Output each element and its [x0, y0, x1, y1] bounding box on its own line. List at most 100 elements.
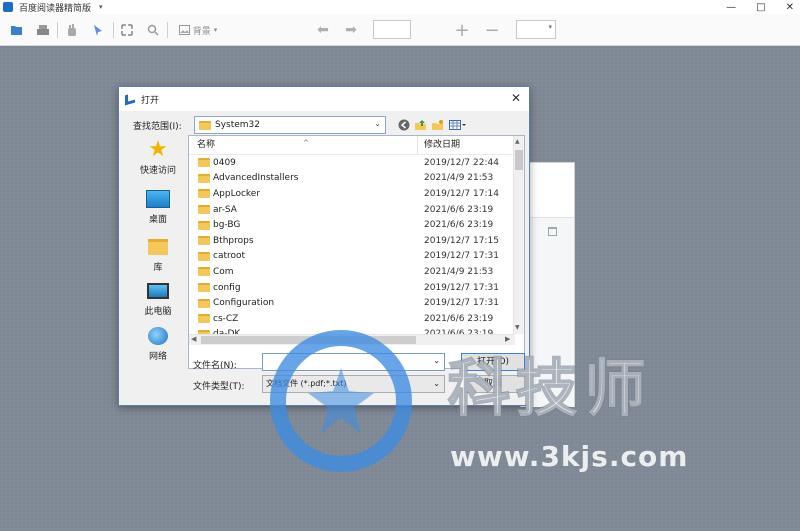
zoom-out-icon[interactable]: − — [484, 20, 499, 41]
dialog-app-icon — [125, 92, 135, 106]
scroll-right-icon[interactable]: ▶ — [505, 335, 510, 343]
background-label: 背景 — [192, 26, 211, 37]
page-number-input[interactable] — [373, 20, 411, 39]
desktop-icon — [146, 190, 170, 208]
file-name: 0409 — [213, 157, 236, 168]
open-file-dialog: 打开 ✕ 查找范围(I): System32 ⌄ ★ 快速访问 桌面 库 此电脑… — [118, 86, 530, 406]
filename-label: 文件名(N): — [193, 361, 237, 371]
back-icon[interactable] — [397, 118, 411, 132]
list-item[interactable]: catroot 2019/12/7 17:31 — [189, 249, 515, 265]
select-tool-icon[interactable] — [91, 23, 105, 37]
sort-arrow-icon: ^ — [303, 139, 309, 147]
folder-icon — [198, 220, 210, 230]
file-list-header: ^ 名称 修改日期 — [189, 136, 515, 155]
file-date: 2021/6/6 23:19 — [424, 313, 494, 324]
minimize-button[interactable]: — — [726, 2, 736, 13]
list-item[interactable]: ar-SA 2021/6/6 23:19 — [189, 202, 515, 218]
list-item[interactable]: config 2019/12/7 17:31 — [189, 280, 515, 296]
file-date: 2019/12/7 22:44 — [424, 157, 499, 168]
filename-input[interactable] — [263, 354, 428, 370]
main-toolbar: 背景 ▾ ⬅ ➡ + − ▾ — [0, 14, 800, 46]
chevron-down-icon: ⌄ — [374, 119, 381, 128]
file-date: 2019/12/7 17:31 — [424, 298, 499, 309]
place-desktop[interactable]: 桌面 — [128, 188, 188, 225]
list-item[interactable]: AdvancedInstallers 2021/4/9 21:53 — [189, 171, 515, 187]
list-item[interactable]: 0409 2019/12/7 22:44 — [189, 155, 515, 171]
place-quick-access[interactable]: ★ 快速访问 — [128, 137, 188, 177]
zoom-search-icon[interactable] — [146, 23, 160, 37]
place-this-pc[interactable]: 此电脑 — [128, 280, 188, 317]
column-header-date[interactable]: 修改日期 — [418, 136, 460, 154]
file-name: catroot — [213, 251, 246, 262]
background-menu-button[interactable]: 背景 ▾ — [175, 23, 221, 37]
up-folder-icon[interactable] — [413, 118, 427, 132]
open-button[interactable]: 打开(O) — [461, 353, 525, 371]
place-label: 网络 — [148, 352, 167, 362]
column-name-label: 名称 — [197, 140, 216, 150]
prev-page-arrow-icon[interactable]: ⬅ — [316, 22, 330, 38]
file-date: 2021/4/9 21:53 — [424, 266, 494, 277]
file-date: 2019/12/7 17:14 — [424, 188, 499, 199]
open-file-icon[interactable] — [10, 23, 24, 37]
file-name: Configuration — [213, 298, 275, 309]
vertical-scrollbar[interactable]: ▲ ▼ — [513, 136, 524, 334]
file-date: 2019/12/7 17:31 — [424, 282, 499, 293]
app-logo-icon — [3, 2, 13, 12]
folder-icon — [198, 283, 210, 293]
hand-tool-icon[interactable] — [65, 23, 79, 37]
folder-icon — [198, 189, 210, 199]
vertical-scroll-thumb[interactable] — [515, 150, 523, 170]
next-page-arrow-icon[interactable]: ➡ — [344, 22, 358, 38]
file-date: 2021/6/6 23:19 — [424, 204, 494, 215]
horizontal-scroll-thumb[interactable] — [201, 336, 416, 344]
list-item[interactable]: Configuration 2019/12/7 17:31 — [189, 295, 515, 311]
list-item[interactable]: AppLocker 2019/12/7 17:14 — [189, 186, 515, 202]
zoom-in-icon[interactable]: + — [454, 20, 469, 41]
file-date: 2019/12/7 17:31 — [424, 251, 499, 262]
folder-icon — [199, 120, 211, 130]
fullscreen-icon[interactable] — [120, 23, 134, 37]
star-icon: ★ — [148, 137, 168, 162]
cancel-button[interactable]: 取消 — [461, 375, 525, 393]
chevron-down-icon[interactable]: ⌄ — [433, 356, 440, 365]
scroll-down-icon[interactable]: ▼ — [515, 324, 520, 331]
file-date: 2021/4/9 21:53 — [424, 173, 494, 184]
print-icon[interactable] — [36, 23, 50, 37]
list-item[interactable]: Bthprops 2019/12/7 17:15 — [189, 233, 515, 249]
filename-field[interactable]: ⌄ — [262, 353, 445, 371]
file-name: Bthprops — [213, 235, 254, 246]
app-title: 百度阅读器精简版 — [19, 3, 92, 14]
toolbar-divider — [167, 22, 168, 38]
chevron-down-icon: ▾ — [548, 23, 552, 31]
place-library[interactable]: 库 — [128, 236, 188, 273]
maximize-button[interactable]: □ — [756, 2, 765, 13]
dialog-titlebar: 打开 ✕ — [119, 87, 529, 111]
list-item[interactable]: Com 2021/4/9 21:53 — [189, 264, 515, 280]
list-item[interactable]: cs-CZ 2021/6/6 23:19 — [189, 311, 515, 327]
place-network[interactable]: 网络 — [128, 325, 188, 362]
look-in-label: 查找范围(I): — [133, 122, 182, 132]
app-menu-dropdown-icon[interactable]: ▾ — [99, 3, 103, 11]
place-label: 库 — [153, 263, 163, 273]
file-list[interactable]: ^ 名称 修改日期 0409 2019/12/7 22:44 AdvancedIn… — [188, 135, 525, 369]
chevron-down-icon: ▾ — [213, 26, 218, 34]
column-header-name[interactable]: ^ 名称 — [189, 136, 418, 154]
zoom-level-select[interactable]: ▾ — [516, 20, 556, 39]
horizontal-scrollbar[interactable]: ◀ ▶ — [189, 334, 515, 345]
view-menu-icon[interactable] — [448, 118, 468, 132]
folder-icon — [198, 251, 210, 261]
new-folder-icon[interactable] — [430, 118, 444, 132]
folder-icon — [198, 205, 210, 215]
scroll-up-icon[interactable]: ▲ — [515, 138, 520, 145]
dialog-close-button[interactable]: ✕ — [511, 91, 521, 105]
scroll-left-icon[interactable]: ◀ — [191, 335, 196, 343]
file-name: config — [213, 282, 241, 293]
close-window-button[interactable]: ✕ — [786, 2, 794, 13]
list-item[interactable]: bg-BG 2021/6/6 23:19 — [189, 217, 515, 233]
trash-icon[interactable] — [548, 227, 557, 236]
filetype-select[interactable]: 文档文件 (*.pdf;*.txt) ⌄ — [262, 375, 445, 393]
folder-icon — [198, 236, 210, 246]
file-name: cs-CZ — [213, 313, 239, 324]
library-icon — [148, 239, 168, 255]
look-in-select[interactable]: System32 ⌄ — [194, 116, 386, 134]
